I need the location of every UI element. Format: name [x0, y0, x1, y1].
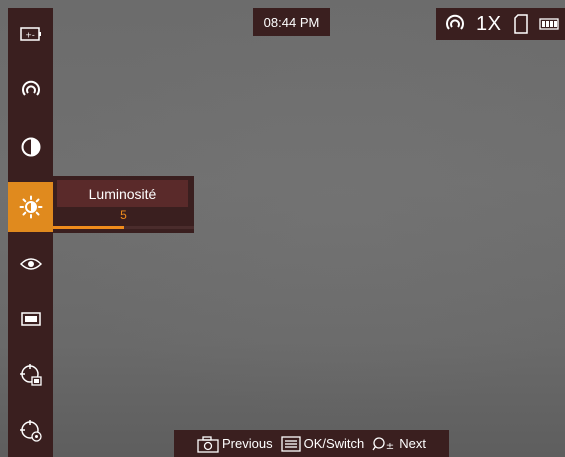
brightness-slider[interactable]: [53, 226, 194, 229]
battery-icon: [539, 18, 560, 30]
previous-label: Previous: [222, 436, 273, 451]
zoom-level: 1X: [476, 12, 502, 35]
eye-icon: [19, 258, 42, 270]
submenu-title: Luminosité: [57, 180, 188, 207]
next-label: Next: [399, 436, 426, 451]
sidebar-menu: +-: [8, 8, 53, 457]
zoom-icon: ±: [372, 436, 394, 452]
sidebar-item-function[interactable]: [8, 411, 53, 451]
camera-icon: [197, 435, 219, 453]
sd-card-icon: [514, 14, 529, 34]
brightness-icon: [19, 195, 42, 219]
sidebar-item-brightness[interactable]: [8, 182, 53, 232]
key-hint-bar: Previous OK/Switch ± Next: [174, 430, 449, 457]
hotspot-icon: [21, 80, 40, 96]
image-mode-icon: +-: [19, 27, 41, 41]
menu-icon: [280, 435, 301, 452]
hint-ok-switch: OK/Switch: [280, 435, 365, 452]
sidebar-item-image-mode[interactable]: +-: [8, 14, 53, 54]
sidebar-item-scene[interactable]: [8, 244, 53, 284]
sidebar-item-screen[interactable]: [8, 299, 53, 339]
hotspot-tracking-icon: [446, 14, 464, 30]
brightness-submenu: Luminosité 5: [53, 176, 194, 233]
ranging-settings-icon: [19, 364, 42, 386]
svg-text:+-: +-: [25, 31, 35, 40]
clock: 08:44 PM: [253, 8, 330, 36]
contrast-icon: [21, 137, 40, 157]
sidebar-item-contrast[interactable]: [8, 127, 53, 167]
function-settings-icon: [19, 420, 42, 442]
hint-previous: Previous: [197, 435, 273, 453]
thermal-viewfinder: +- Luminosité 5 08:44 PM 1X Previous OK/…: [0, 0, 565, 457]
screen-mode-icon: [20, 312, 41, 326]
brightness-value: 5: [120, 208, 127, 222]
sidebar-item-hotspot[interactable]: [8, 70, 53, 110]
status-bar: 1X: [436, 8, 565, 40]
brightness-slider-fill: [53, 226, 124, 229]
sidebar-item-ranging[interactable]: [8, 355, 53, 395]
hint-next: ± Next: [372, 436, 426, 452]
svg-text:±: ±: [386, 441, 394, 452]
ok-switch-label: OK/Switch: [303, 436, 365, 451]
